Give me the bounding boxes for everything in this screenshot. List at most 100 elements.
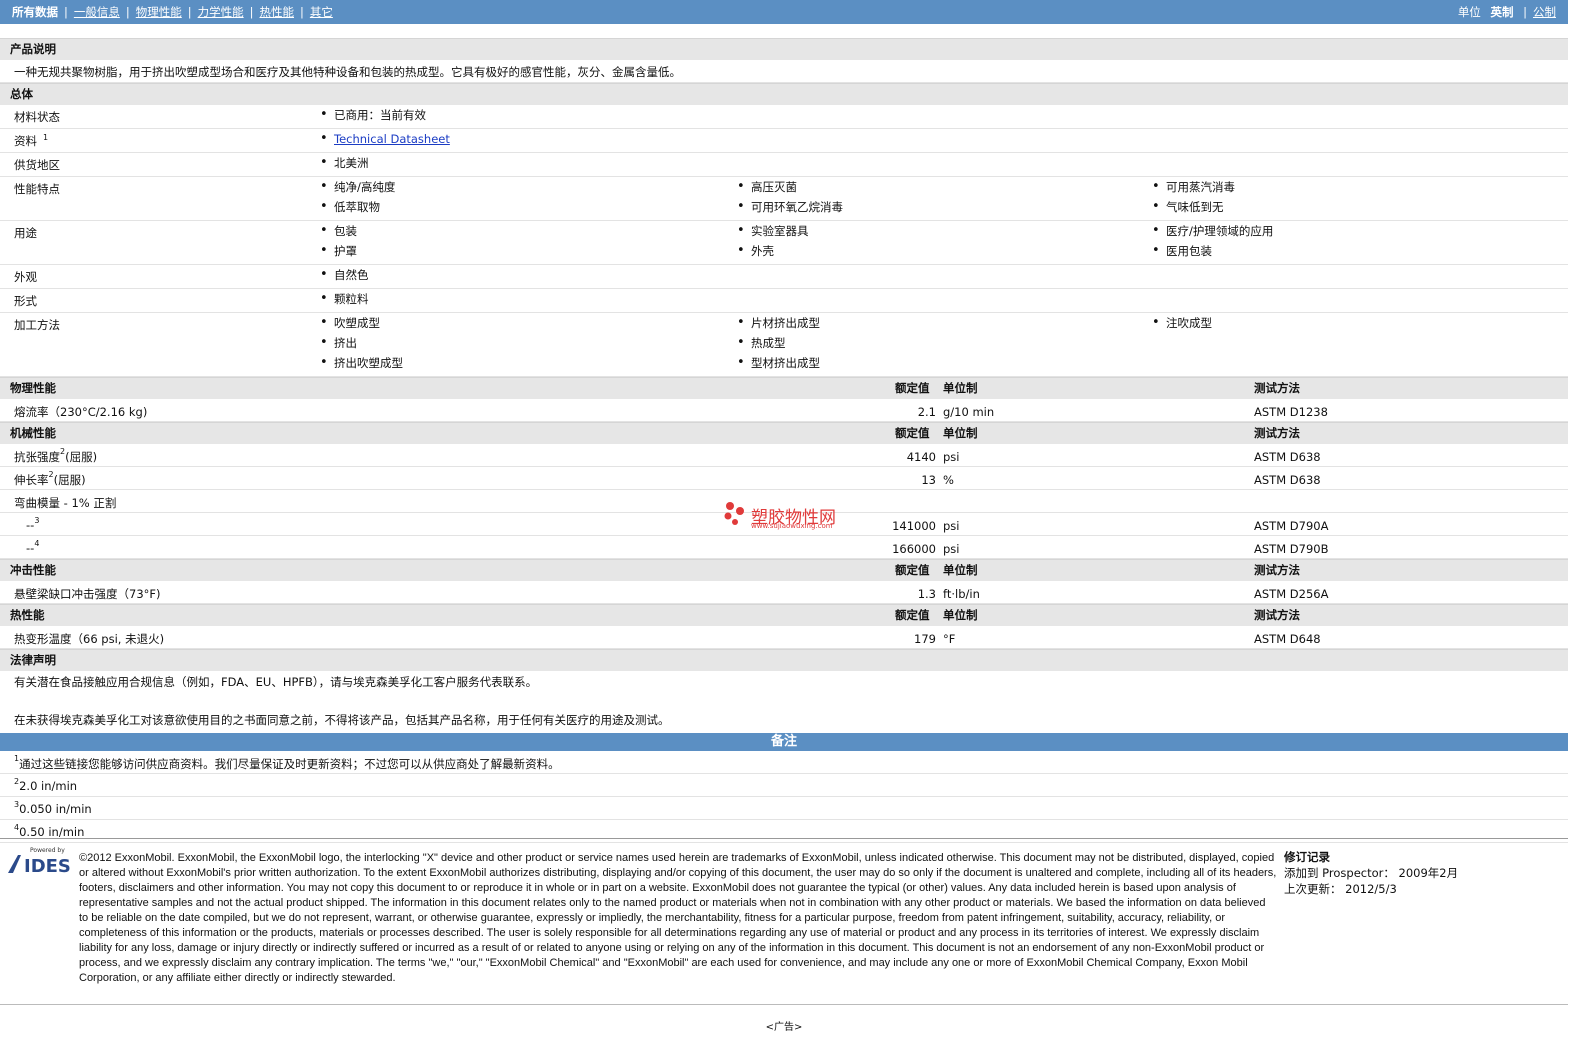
nav-physical[interactable]: 物理性能	[136, 5, 182, 19]
list-item: 挤出	[320, 333, 403, 353]
footer: Powered by IDES ©2012 ExxonMobil. ExxonM…	[0, 838, 1568, 1005]
section-title: 物理性能	[10, 381, 56, 395]
product-desc-text: 一种无规共聚物树脂，用于挤出吹塑成型场合和医疗及其他特种设备和包装的热成型。它具…	[14, 65, 681, 79]
nav-thermal[interactable]: 热性能	[260, 5, 295, 19]
product-desc-row: 一种无规共聚物树脂，用于挤出吹塑成型场合和医疗及其他特种设备和包装的热成型。它具…	[0, 60, 1568, 83]
test-method: ASTM D790B	[1254, 542, 1329, 556]
datasheet-link[interactable]: Technical Datasheet	[334, 132, 450, 146]
property-name: 伸长率	[14, 473, 49, 487]
section-product-desc: 产品说明	[0, 38, 1568, 60]
property-row: 热变形温度（66 psi, 未退火) 179 °F ASTM D648	[0, 626, 1568, 649]
note-number: 3	[14, 800, 20, 809]
nav-general-info[interactable]: 一般信息	[74, 5, 120, 19]
property-row: 伸长率2(屈服) 13% ASTM D638	[0, 467, 1568, 490]
general-row: 性能特点 纯净/高纯度低萃取物 高压灭菌可用环氧乙烷消毒 可用蒸汽消毒气味低到无	[0, 177, 1568, 221]
col-unit: 单位制	[943, 381, 978, 395]
property-row: 悬壁梁缺口冲击强度（73°F) 1.3 ft·lb/in ASTM D256A	[0, 581, 1568, 604]
nominal-value: 1.3	[917, 587, 936, 601]
list-item: 纯净/高纯度	[320, 177, 395, 197]
section-title: 法律声明	[10, 653, 56, 667]
property-name: 弯曲模量 - 1% 正割	[14, 496, 117, 510]
section-impact: 冲击性能 额定值 单位制 测试方法	[0, 559, 1568, 581]
list-item: 医疗/护理领域的应用	[1152, 221, 1273, 241]
list-item: 低萃取物	[320, 197, 395, 217]
watermark-logo-icon	[724, 502, 744, 525]
unit-switcher: 单位 英制 | 公制	[1457, 5, 1556, 19]
legal-text: 有关潜在食品接触应用合规信息（例如，FDA、EU、HPFB），请与埃克森美孚化工…	[0, 671, 1568, 733]
unit-metric[interactable]: 公制	[1533, 5, 1556, 19]
nominal-value: 13	[921, 473, 936, 487]
property-label: 熔流率（230°C/2.16 kg)	[14, 404, 147, 420]
general-row: 外观 自然色	[0, 265, 1568, 289]
row-value-column: 包装护罩	[320, 221, 357, 261]
list-item: 实验室器具	[737, 221, 809, 241]
footnote-ref: 4	[34, 539, 40, 548]
footnote-ref: 3	[34, 516, 40, 525]
row-label: 用途	[14, 226, 37, 240]
test-method: ASTM D790A	[1254, 519, 1329, 533]
legal-paragraph-1: 有关潜在食品接触应用合规信息（例如，FDA、EU、HPFB），请与埃克森美孚化工…	[14, 675, 538, 689]
col-unit: 单位制	[943, 608, 978, 622]
test-method: ASTM D638	[1254, 473, 1321, 487]
col-nominal: 额定值	[895, 608, 930, 622]
property-label: 弯曲模量 - 1% 正割	[14, 495, 116, 511]
nominal-value: 4140	[906, 450, 936, 464]
top-nav-bar: 所有数据 | 一般信息 | 物理性能 | 力学性能 | 热性能 | 其它 单位 英制 | 公制	[0, 0, 1568, 24]
row-value-column: 高压灭菌可用环氧乙烷消毒	[737, 177, 843, 217]
property-name: 熔流率（230°C/2.16 kg)	[14, 405, 148, 419]
list-item: 挤出吹塑成型	[320, 353, 403, 373]
col-nominal: 额定值	[895, 381, 930, 395]
property-row: 抗张强度2(屈服) 4140 psi ASTM D638	[0, 444, 1568, 467]
notes-rows: 1通过这些链接您能够访问供应商资料。我们尽量保证及时更新资料；不过您可以从供应商…	[0, 751, 1568, 843]
revision-history: 修订记录 添加到 Prospector： 2009年2月 上次更新： 2012/…	[1284, 849, 1458, 897]
property-label: 热变形温度（66 psi, 未退火)	[14, 631, 164, 647]
note-content: 1通过这些链接您能够访问供应商资料。我们尽量保证及时更新资料；不过您可以从供应商…	[14, 754, 560, 772]
row-value-column: 已商用：当前有效	[320, 105, 426, 125]
ides-logo-icon[interactable]: IDES	[8, 851, 70, 875]
property-name: 抗张强度	[14, 450, 60, 464]
nav-all-data[interactable]: 所有数据	[12, 5, 58, 19]
property-row: --4 166000 psi ASTM D790B	[0, 536, 1568, 559]
property-label: 抗张强度2(屈服)	[14, 447, 97, 465]
row-value-column: 纯净/高纯度低萃取物	[320, 177, 395, 217]
section-physical: 物理性能 额定值 单位制 测试方法	[0, 377, 1568, 399]
logo-text: IDES	[24, 856, 70, 875]
col-method: 测试方法	[1254, 563, 1300, 577]
footnote-ref: 1	[43, 133, 49, 142]
property-row: 熔流率（230°C/2.16 kg) 2.1 g/10 min ASTM D1238	[0, 399, 1568, 422]
note-text: 0.50 in/min	[19, 825, 85, 839]
footnote-ref: 2	[60, 447, 66, 456]
section-title: 产品说明	[10, 42, 56, 56]
general-row: 用途 包装护罩 实验室器具外壳 医疗/护理领域的应用医用包装	[0, 221, 1568, 265]
updated-label: 上次更新：	[1284, 882, 1342, 896]
list-item: 北美洲	[320, 153, 369, 173]
section-title: 冲击性能	[10, 563, 56, 577]
list-item: 可用环氧乙烷消毒	[737, 197, 843, 217]
list-item: 已商用：当前有效	[320, 105, 426, 125]
row-label: 性能特点	[14, 182, 60, 196]
note-text: 2.0 in/min	[19, 779, 78, 793]
note-text: 0.050 in/min	[19, 802, 92, 816]
row-value-column: 自然色	[320, 265, 369, 285]
property-name: 热变形温度（66 psi, 未退火)	[14, 632, 165, 646]
note-row: 22.0 in/min	[0, 774, 1568, 797]
col-unit: 单位制	[943, 426, 978, 440]
row-value-column: 片材挤出成型热成型型材挤出成型	[737, 313, 820, 373]
test-method: ASTM D638	[1254, 450, 1321, 464]
nav-other[interactable]: 其它	[310, 5, 333, 19]
row-value-column: 吹塑成型挤出挤出吹塑成型	[320, 313, 403, 373]
general-row: 形式 颗粒料	[0, 289, 1568, 313]
section-mechanical: 机械性能 额定值 单位制 测试方法	[0, 422, 1568, 444]
unit-value: %	[943, 473, 954, 487]
note-number: 4	[14, 823, 20, 832]
impact-rows: 悬壁梁缺口冲击强度（73°F) 1.3 ft·lb/in ASTM D256A	[0, 581, 1568, 604]
nav-mechanical[interactable]: 力学性能	[198, 5, 244, 19]
general-row: 供货地区 北美洲	[0, 153, 1568, 177]
note-content: 22.0 in/min	[14, 777, 78, 793]
unit-english[interactable]: 英制	[1490, 5, 1513, 19]
note-text: 通过这些链接您能够访问供应商资料。我们尽量保证及时更新资料；不过您可以从供应商处…	[19, 757, 560, 771]
row-label: 形式	[14, 294, 37, 308]
general-row: 资料 1 Technical Datasheet	[0, 129, 1568, 153]
general-rows: 材料状态 已商用：当前有效资料 1 Technical Datasheet 供货地区 北美…	[0, 105, 1568, 377]
row-label: 供货地区	[14, 158, 60, 172]
